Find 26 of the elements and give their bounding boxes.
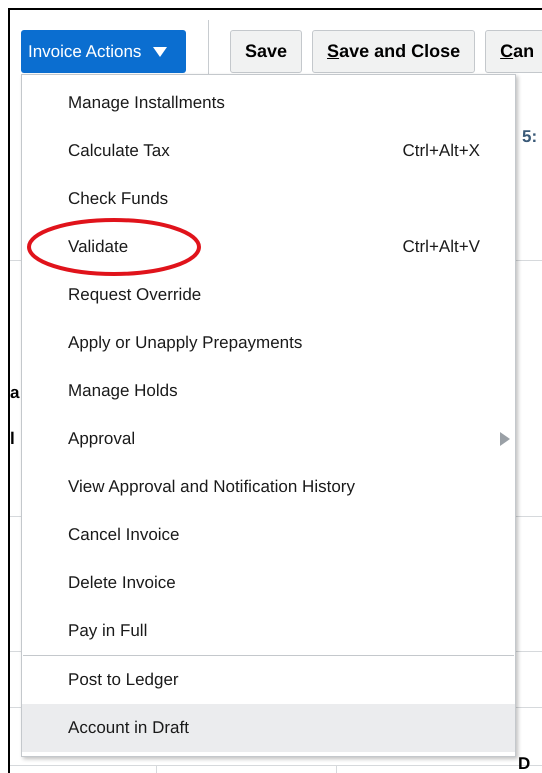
- menu-item[interactable]: Approval: [22, 415, 515, 463]
- menu-item[interactable]: Manage Installments: [22, 79, 515, 127]
- menu-item[interactable]: View Approval and Notification History: [22, 463, 515, 511]
- caret-icon: [153, 46, 168, 56]
- toolbar-button[interactable]: Can: [485, 30, 542, 73]
- menu-item[interactable]: Check Funds: [22, 175, 515, 223]
- invoice-actions-button[interactable]: Invoice Actions: [21, 30, 186, 73]
- menu-item[interactable]: Account in Draft: [22, 704, 515, 752]
- menu-item[interactable]: Request Override: [22, 271, 515, 319]
- menu-item[interactable]: Apply or Unapply Prepayments: [22, 319, 515, 367]
- background-text: 5:: [522, 126, 538, 148]
- menu-item[interactable]: Post to Ledger: [22, 656, 515, 704]
- background-text: a: [10, 382, 20, 404]
- toolbar-button[interactable]: Save and Close: [312, 30, 476, 73]
- menu-item[interactable]: Pay in Full: [22, 607, 515, 655]
- menu-item[interactable]: Validate Ctrl+Alt+V: [22, 223, 515, 271]
- background-text: D: [518, 755, 530, 772]
- menu-item[interactable]: Delete Invoice: [22, 559, 515, 607]
- shortcut-text: Ctrl+Alt+V: [402, 236, 480, 258]
- menu-item[interactable]: Cancel Invoice: [22, 511, 515, 559]
- shortcut-text: Ctrl+Alt+X: [402, 140, 480, 162]
- submenu-arrow-icon: [500, 432, 510, 446]
- menu-item[interactable]: Manage Holds: [22, 367, 515, 415]
- toolbar-button[interactable]: Save: [230, 30, 302, 73]
- menu-item[interactable]: Calculate Tax Ctrl+Alt+X: [22, 127, 515, 175]
- background-text: l: [10, 428, 15, 450]
